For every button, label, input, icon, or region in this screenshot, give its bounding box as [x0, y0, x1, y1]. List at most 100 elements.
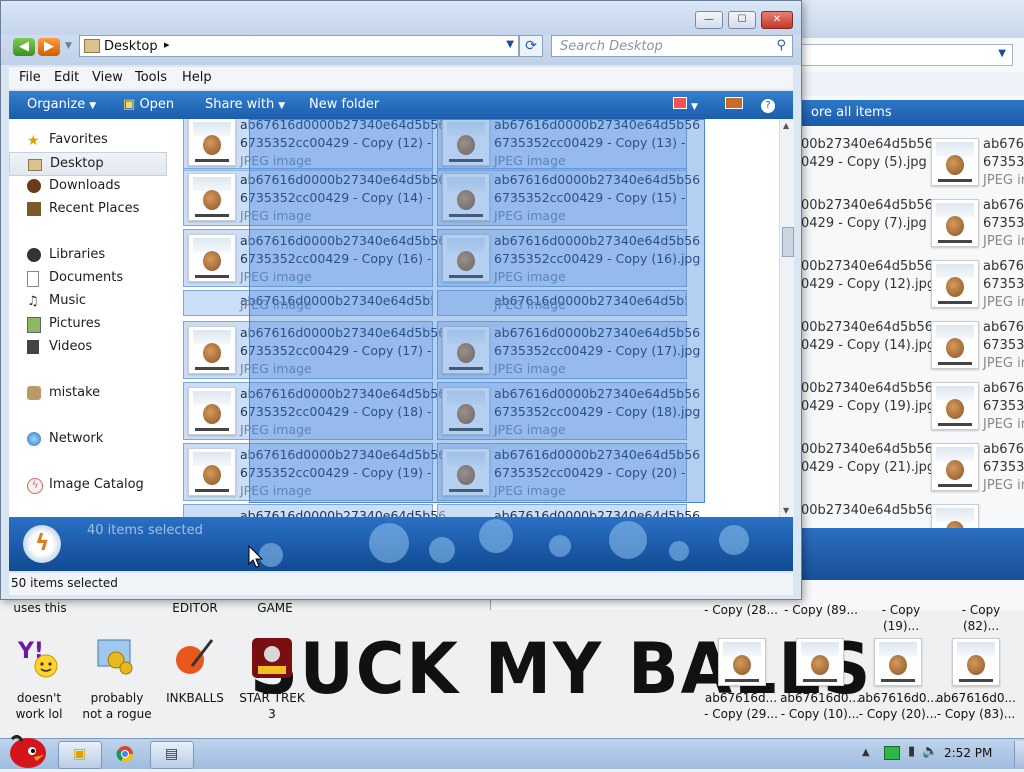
help-button[interactable]: ? — [761, 97, 775, 113]
window-titlebar[interactable]: — ☐ ✕ — [1, 1, 801, 35]
history-dropdown-icon[interactable]: ▼ — [65, 41, 72, 51]
address-location[interactable]: Desktop — [104, 39, 158, 54]
scroll-down-icon[interactable]: ▼ — [783, 506, 789, 515]
background-file-item[interactable]: ab6761673535JPEG in — [983, 258, 1024, 312]
nav-mistake[interactable]: mistake — [9, 382, 167, 404]
desktop-icon-label[interactable]: probably not a rogue — [78, 690, 156, 722]
open-icon: ▣ — [123, 97, 136, 112]
chevron-down-icon[interactable]: ▼ — [506, 39, 514, 50]
star-trek-game-icon[interactable] — [250, 636, 294, 680]
desktop-label: GAME — [257, 601, 293, 615]
desktop-file-label[interactable]: ab67616d0... - Copy (83)... — [936, 690, 1016, 722]
maximize-button[interactable]: ☐ — [728, 11, 756, 29]
desktop-icon-label[interactable]: INKBALLS — [160, 690, 230, 706]
desktop-file-label[interactable]: ab67616d0... - Copy (10)... — [780, 690, 860, 722]
nav-recent-places[interactable]: Recent Places — [9, 198, 167, 220]
open-button[interactable]: ▣ Open — [123, 97, 174, 112]
scroll-up-icon[interactable]: ▲ — [783, 121, 789, 130]
background-file-item[interactable]: ab6761673535JPEG in — [983, 197, 1024, 251]
taskbar-app-button[interactable]: ▤ — [150, 741, 194, 769]
address-bar[interactable]: Desktop ▸ ▼ — [79, 35, 519, 57]
desktop-icon-label[interactable]: doesn't work lol — [6, 690, 72, 722]
search-input[interactable]: Search Desktop ⚲ — [551, 35, 793, 57]
yahoo-messenger-icon[interactable]: Y! — [16, 636, 60, 680]
background-file-item[interactable]: 00b27340e64d5b56 0429 - Copy (14).jpg — [801, 319, 935, 373]
menu-tools[interactable]: Tools — [135, 70, 167, 85]
battery-icon[interactable] — [884, 746, 900, 760]
change-view-button[interactable]: ▼ — [673, 97, 698, 113]
network-status-icon[interactable]: ▮ — [908, 744, 915, 759]
menu-file[interactable]: File — [19, 70, 41, 85]
organize-button[interactable]: Organize ▼ — [27, 97, 96, 112]
desktop-file-label[interactable]: ab67616d0... - Copy (20)... — [858, 690, 938, 722]
image-catalog-icon: ϟ — [27, 478, 43, 494]
share-with-button[interactable]: Share with ▼ — [205, 97, 285, 112]
nav-music[interactable]: ♫ Music — [9, 290, 167, 312]
taskbar-explorer-button[interactable]: ▣ — [58, 741, 102, 769]
breadcrumb-chevron-icon[interactable]: ▸ — [164, 38, 170, 51]
help-icon: ? — [761, 99, 775, 113]
vertical-scrollbar[interactable]: ▲ ▼ — [779, 119, 794, 517]
volume-icon[interactable]: 🔈 — [922, 744, 938, 759]
scrollbar-thumb[interactable] — [782, 227, 794, 257]
background-file-item[interactable]: ab6761673535JPEG in — [983, 319, 1024, 373]
nav-desktop[interactable]: Desktop — [9, 152, 167, 176]
background-file-item[interactable]: 00b27340e64d5b56 0429 - Copy (5).jpg — [801, 136, 933, 190]
nav-pictures[interactable]: Pictures — [9, 313, 167, 335]
close-button[interactable]: ✕ — [761, 11, 793, 29]
nav-videos[interactable]: Videos — [9, 336, 167, 358]
chevron-down-icon[interactable]: ▼ — [998, 48, 1006, 59]
forward-button[interactable]: ▶ — [38, 38, 60, 56]
menu-help[interactable]: Help — [182, 70, 212, 85]
desktop-file-label[interactable]: - Copy (19)... — [862, 602, 940, 634]
background-file-item[interactable]: ab6761673535JPEG in — [983, 441, 1024, 495]
nav-network[interactable]: Network — [9, 428, 167, 450]
show-hidden-icons[interactable]: ▲ — [862, 747, 870, 758]
menu-edit[interactable]: Edit — [54, 70, 79, 85]
desktop-file-label[interactable]: - Copy (89... — [782, 602, 860, 618]
nav-image-catalog[interactable]: ϟ Image Catalog — [9, 474, 167, 496]
desktop-file-label[interactable]: - Copy (28... — [702, 602, 780, 618]
background-file-item[interactable]: 00b27340e64d5b56 0429 - Copy (7).jpg — [801, 197, 933, 251]
back-button[interactable]: ◀ — [13, 38, 35, 56]
background-file-item[interactable]: 00b27340e64d5b56 0429 - Copy (19).jpg — [801, 380, 935, 434]
image-file-icon[interactable] — [874, 638, 922, 686]
start-button[interactable] — [4, 731, 50, 769]
minimize-button[interactable]: — — [695, 11, 723, 29]
desktop-file-label[interactable]: ab67616d... - Copy (29... — [702, 690, 780, 722]
preview-pane-button[interactable] — [725, 97, 743, 113]
search-icon[interactable]: ⚲ — [776, 38, 786, 53]
image-file-icon[interactable] — [796, 638, 844, 686]
explorer-window[interactable]: — ☐ ✕ ◀ ▶ ▼ Desktop ▸ ▼ ⟳ Search Desktop… — [0, 0, 802, 600]
file-list[interactable]: ab67616d0000b27340e64d5b56 6735352cc00429… — [169, 119, 779, 517]
file-item[interactable]: ab67616d0000b27340e64d5b56 — [183, 504, 446, 517]
recent-places-icon — [27, 202, 41, 216]
explore-all-items-link[interactable]: ore all items — [811, 105, 892, 120]
nav-documents[interactable]: Documents — [9, 267, 167, 289]
clock[interactable]: 2:52 PM — [944, 746, 992, 760]
nav-libraries[interactable]: Libraries — [9, 244, 167, 266]
background-file-item[interactable]: ab6761673535JPEG in — [983, 136, 1024, 190]
selection-count: 40 items selected — [87, 523, 203, 538]
image-catalog-logo-icon: ϟ — [23, 525, 61, 563]
show-desktop-button[interactable] — [1014, 741, 1024, 767]
inkballs-icon[interactable] — [172, 636, 216, 680]
nav-downloads[interactable]: Downloads — [9, 175, 167, 197]
nav-favorites[interactable]: ★ Favorites — [9, 129, 167, 151]
background-address-bar[interactable]: ▼ — [791, 44, 1013, 66]
refresh-button[interactable]: ⟳ — [519, 35, 543, 57]
control-panel-icon[interactable] — [94, 636, 138, 680]
navigation-pane: ★ Favorites Desktop Downloads Recent Plac… — [9, 119, 170, 517]
taskbar-chrome-button[interactable] — [104, 741, 146, 767]
background-file-item[interactable]: 00b27340e64d5b56 0429 - Copy (21).jpg — [801, 441, 935, 495]
image-file-icon[interactable] — [952, 638, 1000, 686]
new-folder-button[interactable]: New folder — [309, 97, 379, 112]
desktop-file-label[interactable]: - Copy (82)... — [942, 602, 1020, 634]
image-file-icon[interactable] — [718, 638, 766, 686]
background-toolbar[interactable]: ore all items — [791, 100, 1024, 126]
file-item[interactable]: ab67616d0000b27340e64d5b56 — [437, 504, 700, 517]
menu-view[interactable]: View — [92, 70, 123, 85]
desktop-icon-label[interactable]: STAR TREK 3 — [236, 690, 308, 722]
background-file-item[interactable]: ab6761673535JPEG in — [983, 380, 1024, 434]
background-file-item[interactable]: 00b27340e64d5b56 0429 - Copy (12).jpg — [801, 258, 935, 312]
